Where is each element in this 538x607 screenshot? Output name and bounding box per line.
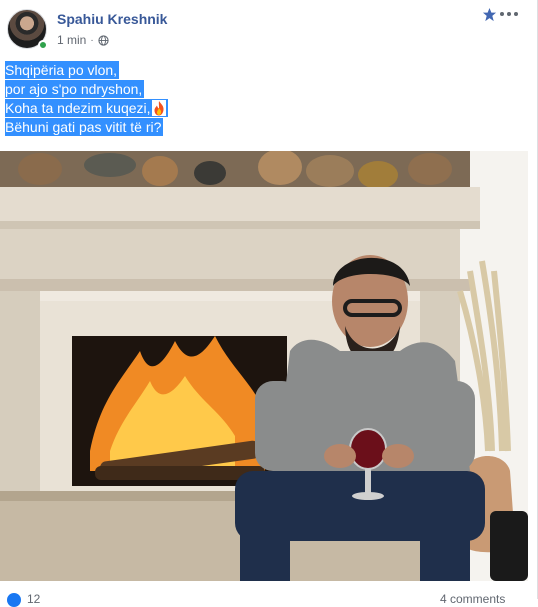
post-text-line-2: por ajo s'po ndryshon, xyxy=(5,80,145,98)
post-time[interactable]: 1 min xyxy=(57,33,86,47)
post-text-line-1: Shqipëria po vlon, xyxy=(5,61,120,79)
post-header: Spahiu Kreshnik 1 min · xyxy=(0,0,538,56)
post-footer: 12 4 comments xyxy=(0,581,528,607)
facebook-post: Spahiu Kreshnik 1 min · Shqipëria po vlo… xyxy=(0,0,538,607)
post-text-line-4: Bëhuni gati pas vitit të ri? xyxy=(5,118,164,136)
author-name[interactable]: Spahiu Kreshnik xyxy=(57,11,167,27)
post-text-line-3: Koha ta ndezim kuqezi, xyxy=(5,100,151,116)
fire-emoji-icon xyxy=(151,100,166,116)
post-text: Shqipëria po vlon, por ajo s'po ndryshon… xyxy=(5,61,305,137)
post-meta: 1 min · xyxy=(57,33,109,47)
like-reaction-icon[interactable] xyxy=(7,593,21,607)
globe-icon[interactable] xyxy=(98,34,109,46)
meta-separator: · xyxy=(90,34,94,46)
star-icon[interactable] xyxy=(482,7,497,22)
more-options-icon[interactable] xyxy=(500,12,518,16)
comments-count[interactable]: 4 comments xyxy=(440,592,505,606)
online-status-indicator xyxy=(38,40,48,50)
post-photo[interactable] xyxy=(0,151,528,581)
reactions-count[interactable]: 12 xyxy=(27,592,40,606)
